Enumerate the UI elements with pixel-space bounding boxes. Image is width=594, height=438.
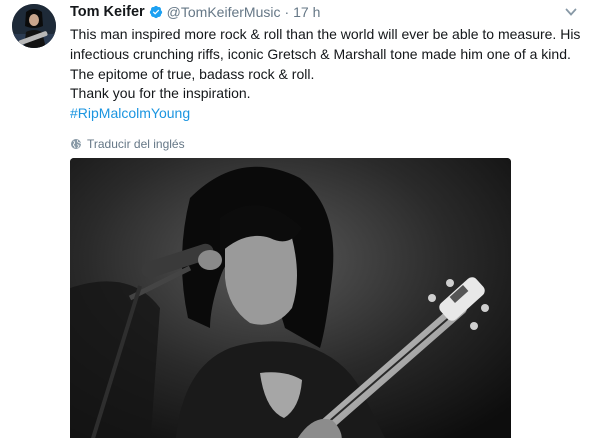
tweet: Tom Keifer @TomKeiferMusic · 17 h This m…	[0, 0, 594, 438]
translate-label: Traducir del inglés	[87, 136, 185, 151]
tweet-photo[interactable]	[70, 158, 511, 438]
tweet-header: Tom Keifer @TomKeiferMusic · 17 h	[70, 0, 582, 24]
tweet-text-line: Thank you for the inspiration.	[70, 85, 251, 102]
verified-badge-icon	[149, 5, 162, 19]
chevron-down-icon[interactable]	[565, 6, 577, 18]
tweet-text-line: The epitome of true, badass rock & roll.	[70, 65, 315, 82]
hashtag-link[interactable]: #RipMalcolmYoung	[70, 104, 582, 124]
tweet-text-line: infectious crunching riffs, iconic Grets…	[70, 45, 571, 62]
tweet-text-line: This man inspired more rock & roll than …	[70, 26, 581, 42]
tweet-text: This man inspired more rock & roll than …	[70, 25, 582, 124]
avatar[interactable]	[12, 4, 56, 48]
translate-link[interactable]: Traducir del inglés	[70, 136, 582, 152]
separator-dot: ·	[284, 4, 290, 20]
photo-image	[70, 158, 511, 438]
avatar-image	[12, 4, 56, 48]
globe-icon	[71, 138, 81, 149]
author-name[interactable]: Tom Keifer	[70, 0, 145, 24]
tweet-content: Tom Keifer @TomKeiferMusic · 17 h This m…	[70, 0, 582, 152]
timestamp[interactable]: 17 h	[293, 0, 320, 24]
author-handle[interactable]: @TomKeiferMusic	[167, 0, 281, 24]
